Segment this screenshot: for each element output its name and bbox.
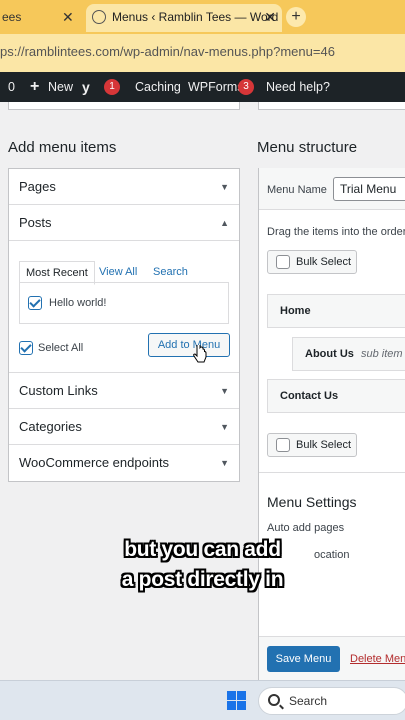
auto-add-label: Auto add pages [267, 522, 345, 534]
wpforms-badge: 3 [238, 79, 254, 95]
add-to-menu-button[interactable]: Add to Menu [148, 333, 230, 357]
sub-item-label: sub item [360, 348, 403, 360]
triangle-down-icon[interactable]: ▼ [220, 409, 229, 445]
browser-tab-inactive[interactable]: ees ✕ [0, 4, 80, 30]
caching-menu[interactable]: Caching [135, 72, 181, 102]
section-title: Posts [19, 215, 52, 230]
bulk-select-label: Bulk Select [296, 439, 352, 451]
section-title: Pages [19, 179, 56, 194]
taskbar-search[interactable]: Search [258, 687, 405, 715]
menu-item-contact-us[interactable]: Contact Us [267, 379, 405, 413]
most-recent-panel: Hello world! [19, 282, 229, 324]
divider [259, 472, 405, 473]
wp-admin-bar: 0 + New y 1 Caching WPForms 3 Need help? [0, 72, 405, 102]
add-menu-items-heading: Add menu items [8, 139, 117, 156]
menu-item-home[interactable]: Home [267, 294, 405, 328]
menu-name-label: Menu Name [267, 184, 327, 196]
select-all-checkbox[interactable] [19, 341, 33, 355]
triangle-down-icon[interactable]: ▼ [220, 373, 229, 409]
browser-tab-active[interactable]: Menus ‹ Ramblin Tees — Word ✕ [86, 4, 282, 32]
triangle-down-icon[interactable]: ▼ [220, 169, 229, 205]
menu-item-title: Home [280, 305, 311, 317]
menu-name-input[interactable]: Trial Menu [333, 177, 405, 201]
triangle-down-icon[interactable]: ▼ [220, 445, 229, 481]
wpforms-menu[interactable]: WPForms [188, 72, 244, 102]
yoast-icon[interactable]: y [82, 72, 90, 102]
close-tab-icon[interactable]: ✕ [264, 4, 276, 30]
caption-line-2: a post directly in [121, 568, 284, 591]
hand-cursor-icon [193, 345, 207, 363]
caption-line-1: but you can add [124, 538, 281, 561]
section-title: Categories [19, 419, 82, 434]
browser-tab-bar: ees ✕ Menus ‹ Ramblin Tees — Word ✕ + [0, 0, 405, 34]
yoast-badge: 1 [104, 79, 120, 95]
accordion-woocommerce[interactable]: WooCommerce endpoints ▼ [9, 445, 239, 481]
wordpress-icon [92, 10, 106, 24]
menu-item-title: About Us [305, 348, 354, 360]
address-bar[interactable]: ps://ramblintees.com/wp-admin/nav-menus.… [0, 34, 405, 72]
accordion-posts[interactable]: Posts ▲ [9, 205, 239, 241]
section-title: WooCommerce endpoints [19, 455, 170, 470]
search-icon [268, 694, 280, 706]
menu-item-title: Contact Us [280, 390, 339, 402]
post-item-label: Hello world! [49, 297, 107, 309]
plus-icon[interactable]: + [30, 72, 39, 102]
bulk-select-checkbox[interactable] [276, 438, 290, 452]
panel-bottom-edge [258, 102, 405, 110]
taskbar-search-label: Search [289, 694, 328, 708]
section-title: Custom Links [19, 383, 98, 398]
delete-menu-link[interactable]: Delete Menu [350, 653, 405, 665]
tab-search[interactable]: Search [153, 261, 188, 283]
menu-structure-heading: Menu structure [257, 139, 358, 156]
menu-item-about-us[interactable]: About Us sub item [292, 337, 405, 371]
help-menu[interactable]: Need help? [266, 72, 330, 102]
bulk-select-checkbox[interactable] [276, 255, 290, 269]
bulk-select-button[interactable]: Bulk Select [267, 250, 357, 274]
windows-taskbar: Search [0, 680, 405, 720]
tab-view-all[interactable]: View All [99, 261, 137, 283]
menu-structure-panel: Menu Name Trial Menu Drag the items into… [258, 168, 405, 680]
triangle-up-icon[interactable]: ▲ [220, 205, 229, 241]
accordion-categories[interactable]: Categories ▼ [9, 409, 239, 445]
accordion-pages[interactable]: Pages ▼ [9, 169, 239, 205]
accordion-custom-links[interactable]: Custom Links ▼ [9, 373, 239, 409]
add-menu-items-accordion: Pages ▼ Posts ▲ Most Recent View All Sea… [8, 168, 240, 482]
tab-title: Menus ‹ Ramblin Tees — Word [112, 10, 279, 24]
menu-settings-heading: Menu Settings [267, 494, 357, 510]
select-all-label: Select All [38, 342, 84, 354]
windows-start-icon[interactable] [227, 691, 246, 710]
comment-count[interactable]: 0 [8, 72, 15, 102]
scrolled-panels [0, 102, 405, 132]
bulk-select-label: Bulk Select [296, 256, 352, 268]
panel-bottom-edge [8, 102, 240, 110]
menu-name-row: Menu Name Trial Menu [259, 168, 405, 210]
close-tab-icon[interactable]: ✕ [62, 4, 74, 30]
post-checkbox[interactable] [28, 296, 42, 310]
new-menu[interactable]: New [48, 72, 73, 102]
url-text[interactable]: ps://ramblintees.com/wp-admin/nav-menus.… [0, 44, 335, 59]
new-tab-button[interactable]: + [286, 7, 306, 27]
save-menu-button[interactable]: Save Menu [267, 646, 340, 672]
drag-instructions: Drag the items into the order [267, 226, 405, 238]
tab-title: ees [2, 10, 22, 24]
bulk-select-button[interactable]: Bulk Select [267, 433, 357, 457]
